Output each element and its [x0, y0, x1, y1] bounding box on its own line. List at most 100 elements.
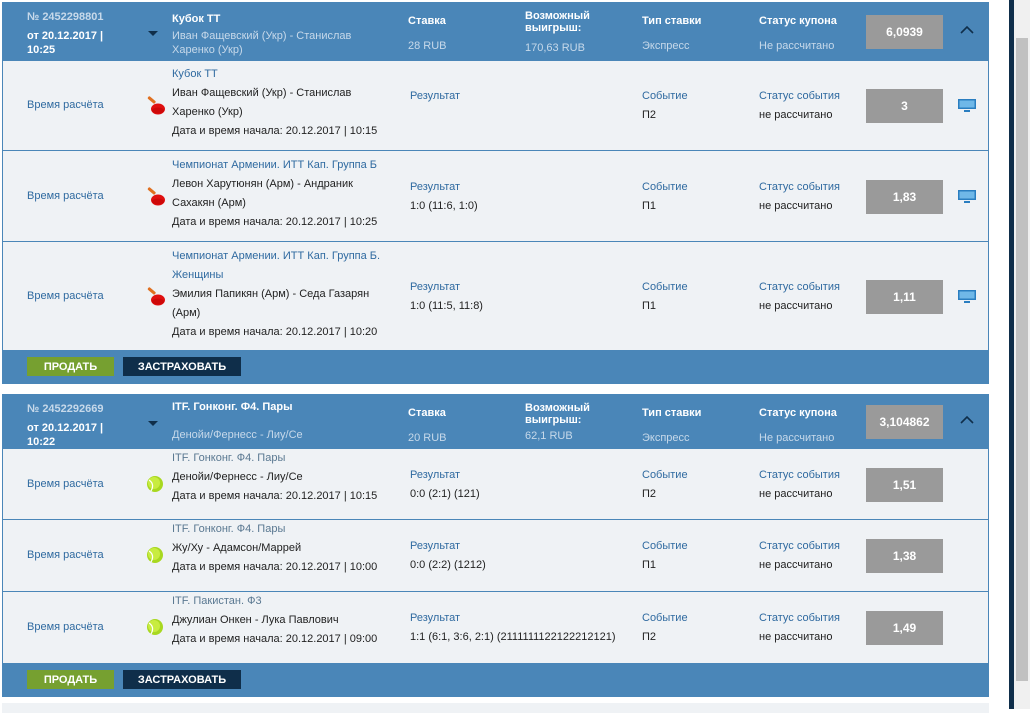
sell-button[interactable]: ПРОДАТЬ — [27, 670, 114, 689]
chevron-up-icon[interactable] — [960, 22, 974, 40]
coupon-status-label: Статус купона — [759, 15, 837, 27]
calc-time-label: Время расчёта — [27, 189, 104, 202]
event-row: Время расчёта ITF. Гонконг. Ф4. Пары Ден… — [3, 449, 988, 520]
coupon-number: № 2452292669 — [27, 403, 104, 415]
stake-label: Ставка — [408, 15, 446, 27]
start-label: Дата и время начала: — [172, 561, 283, 573]
event-odds: 1,38 — [866, 539, 943, 573]
coupon-title: ITF. Гонконг. Ф4. Пары — [172, 401, 293, 413]
event-pick: П1 — [642, 199, 657, 212]
result-label: Результат — [410, 180, 461, 193]
result-value: 1:0 (11:6, 1:0) — [410, 199, 478, 212]
coupon: № 2452298801 от 20.12.2017 | 10:25 Кубок… — [2, 2, 989, 384]
calc-time-label: Время расчёта — [27, 621, 104, 633]
event-pick: П1 — [642, 559, 657, 571]
total-odds: 6,0939 — [866, 15, 943, 49]
start-label: Дата и время начала: — [172, 633, 283, 645]
event-pick: П1 — [642, 299, 657, 312]
win-label: Возможный выигрыш: — [525, 402, 590, 426]
start-value: 20.12.2017 | 10:15 — [285, 489, 378, 502]
result-value: 1:0 (11:5, 11:8) — [410, 299, 483, 312]
coupon-status-value: Не рассчитано — [759, 40, 835, 52]
event-status-label: Статус события — [759, 612, 840, 624]
sell-button[interactable]: ПРОДАТЬ — [27, 357, 114, 376]
win-value: 62,1 RUB — [525, 430, 573, 442]
result-label: Результат — [410, 280, 461, 293]
result-label: Результат — [410, 612, 461, 624]
total-odds: 3,104862 — [866, 405, 943, 439]
scrollbar[interactable] — [1014, 0, 1030, 709]
coupon-match: Денойи/Фернесс - Лиу/Се — [172, 429, 303, 441]
event-row: Время расчёта Кубок ТТ Иван Фащевский (У… — [3, 61, 988, 151]
event-start: Дата и время начала: 20.12.2017 | 09:00 — [172, 630, 387, 649]
event-row: Время расчёта ITF. Гонконг. Ф4. Пары Жу/… — [3, 520, 988, 592]
event-label: Событие — [642, 180, 688, 193]
event-match: Денойи/Фернесс - Лиу/Се — [172, 470, 303, 483]
coupon-status-label: Статус купона — [759, 407, 837, 419]
event-league[interactable]: Кубок ТТ — [172, 65, 387, 84]
event-pick: П2 — [642, 631, 657, 643]
event-row: Время расчёта Чемпионат Армении. ИТТ Кап… — [3, 242, 988, 351]
event-odds: 1,83 — [866, 179, 943, 214]
bet-type-value: Экспресс — [642, 432, 690, 444]
coupon: № 2452292669 от 20.12.2017 | 10:22 ITF. … — [2, 394, 989, 697]
event-match: Эмилия Папикян (Арм) - Седа Газарян (Арм… — [172, 287, 370, 319]
coupon-status-value: Не рассчитано — [759, 432, 835, 444]
event-start: Дата и время начала: 20.12.2017 | 10:00 — [172, 558, 387, 577]
coupon-header[interactable]: № 2452298801 от 20.12.2017 | 10:25 Кубок… — [3, 3, 988, 61]
insure-button[interactable]: ЗАСТРАХОВАТЬ — [123, 357, 241, 376]
caret-down-icon[interactable] — [148, 421, 158, 426]
event-status-label: Статус события — [759, 468, 840, 481]
event-odds: 1,49 — [866, 611, 943, 645]
live-stream-monitor-icon[interactable] — [958, 99, 976, 116]
start-label: Дата и время начала: — [172, 125, 283, 137]
event-row: Время расчёта ITF. Пакистан. Ф3 Джулиан … — [3, 592, 988, 664]
table-tennis-icon — [145, 186, 167, 211]
event-label: Событие — [642, 468, 688, 481]
event-label: Событие — [642, 540, 688, 552]
coupon-number: № 2452298801 — [27, 11, 104, 23]
tennis-icon — [145, 545, 165, 568]
scrollbar-thumb[interactable] — [1016, 38, 1028, 681]
event-league[interactable]: Чемпионат Армении. ИТТ Кап. Группа Б. Же… — [172, 247, 387, 285]
event-status-value: не рассчитано — [759, 299, 833, 312]
event-start: Дата и время начала: 20.12.2017 | 10:20 — [172, 323, 387, 342]
result-value: 1:1 (6:1, 3:6, 2:1) (2111111122122212121… — [410, 631, 616, 643]
calc-time-label: Время расчёта — [27, 549, 104, 561]
event-odds: 1,51 — [866, 467, 943, 502]
event-match: Жу/Ху - Адамсон/Маррей — [172, 542, 302, 554]
calc-time-label: Время расчёта — [27, 99, 104, 111]
result-value: 0:0 (2:2) (1212) — [410, 559, 486, 571]
stake-value: 20 RUB — [408, 432, 447, 444]
win-value: 170,63 RUB — [525, 42, 585, 54]
event-status-value: не рассчитано — [759, 631, 833, 643]
event-match: Иван Фащевский (Укр) - Станислав Харенко… — [172, 87, 352, 118]
event-status-value: не рассчитано — [759, 559, 833, 571]
result-label: Результат — [410, 90, 461, 102]
event-label: Событие — [642, 90, 688, 102]
coupon-date: от 20.12.2017 | 10:25 — [27, 30, 104, 56]
coupon-list: № 2452298801 от 20.12.2017 | 10:25 Кубок… — [2, 2, 989, 707]
event-odds: 1,11 — [866, 279, 943, 314]
table-tennis-icon — [145, 286, 167, 311]
calc-time-label: Время расчёта — [27, 289, 104, 302]
bet-type-label: Тип ставки — [642, 407, 702, 419]
event-league[interactable]: ITF. Пакистан. Ф3 — [172, 592, 387, 611]
coupon-footer: ПРОДАТЬ ЗАСТРАХОВАТЬ — [3, 664, 988, 696]
stake-label: Ставка — [408, 407, 446, 419]
event-league[interactable]: Чемпионат Армении. ИТТ Кап. Группа Б — [172, 156, 387, 175]
event-start: Дата и время начала: 20.12.2017 | 10:15 — [172, 122, 387, 141]
chevron-up-icon[interactable] — [960, 412, 974, 430]
event-status-label: Статус события — [759, 540, 840, 552]
insure-button[interactable]: ЗАСТРАХОВАТЬ — [123, 670, 241, 689]
live-stream-monitor-icon[interactable] — [958, 289, 976, 307]
coupon-date: от 20.12.2017 | 10:22 — [27, 422, 104, 448]
event-league[interactable]: ITF. Гонконг. Ф4. Пары — [172, 520, 387, 539]
coupon-header[interactable]: № 2452292669 от 20.12.2017 | 10:22 ITF. … — [3, 395, 988, 449]
caret-down-icon[interactable] — [148, 31, 158, 36]
live-stream-monitor-icon[interactable] — [958, 189, 976, 207]
event-league[interactable]: ITF. Гонконг. Ф4. Пары — [172, 449, 387, 468]
event-label: Событие — [642, 612, 688, 624]
start-value: 20.12.2017 | 10:00 — [285, 561, 378, 573]
event-start: Дата и время начала: 20.12.2017 | 10:25 — [172, 213, 387, 232]
